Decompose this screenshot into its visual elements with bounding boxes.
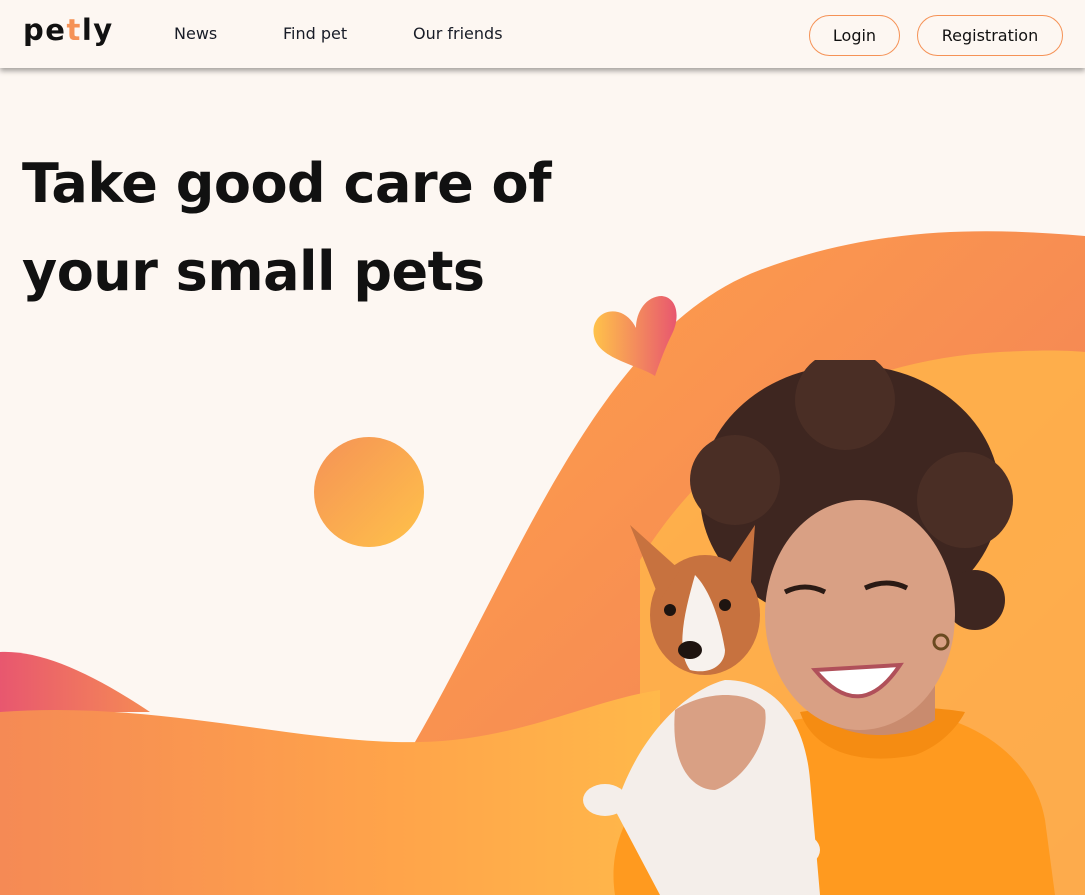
- nav-link-our-friends[interactable]: Our friends: [413, 24, 503, 43]
- puppy-right-eye: [719, 599, 731, 611]
- puppy-left-eye: [664, 604, 676, 616]
- logo-text-prefix: pe: [23, 13, 67, 47]
- hero-title-line-1: Take good care of: [22, 152, 552, 215]
- puppy-paw-left: [583, 784, 627, 816]
- puppy-nose: [678, 641, 702, 659]
- registration-button[interactable]: Registration: [917, 15, 1063, 56]
- site-header: petly News Find pet Our friends Login Re…: [0, 0, 1085, 68]
- hero-title-line-2: your small pets: [22, 240, 485, 303]
- logo-text-suffix: ly: [81, 13, 114, 47]
- hero-photo-woman-with-puppy: [583, 360, 1055, 895]
- puppy-paw-right: [780, 834, 820, 866]
- sun-circle: [314, 437, 424, 547]
- logo-text-accent: t: [66, 13, 82, 47]
- logo[interactable]: petly: [23, 13, 114, 47]
- login-button[interactable]: Login: [809, 15, 900, 56]
- pink-wave: [0, 651, 150, 712]
- hair-curl: [690, 435, 780, 525]
- hero-title: Take good care of your small pets: [22, 140, 552, 316]
- nav-link-news[interactable]: News: [174, 24, 217, 43]
- orange-wave-front: [0, 690, 660, 895]
- hair-curl: [917, 452, 1013, 548]
- nav-link-find-pet[interactable]: Find pet: [283, 24, 347, 43]
